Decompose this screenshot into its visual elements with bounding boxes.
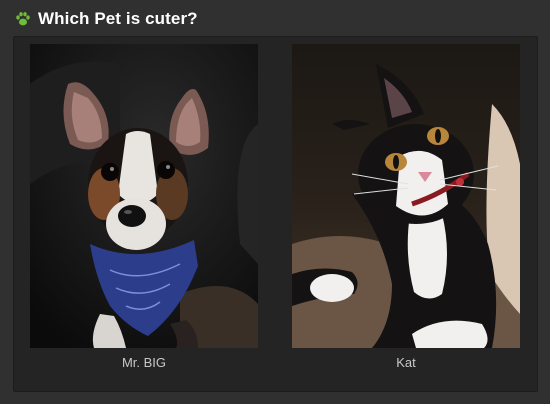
- poll-options-panel: Mr. BIG Kat: [13, 36, 538, 392]
- candidate-name: Kat: [396, 355, 416, 370]
- candidate-option-mr-big[interactable]: Mr. BIG: [30, 44, 258, 382]
- candidate-name: Mr. BIG: [121, 355, 167, 370]
- dog-photo[interactable]: [30, 44, 258, 348]
- candidate-option-kat[interactable]: Kat: [292, 44, 520, 382]
- cat-photo[interactable]: [292, 44, 520, 348]
- poll-header: Which Pet is cuter?: [0, 0, 550, 38]
- poll-title: Which Pet is cuter?: [38, 9, 198, 28]
- poll-widget: Which Pet is cuter? Mr. BIG Kat: [0, 0, 550, 404]
- paw-icon: [15, 11, 31, 27]
